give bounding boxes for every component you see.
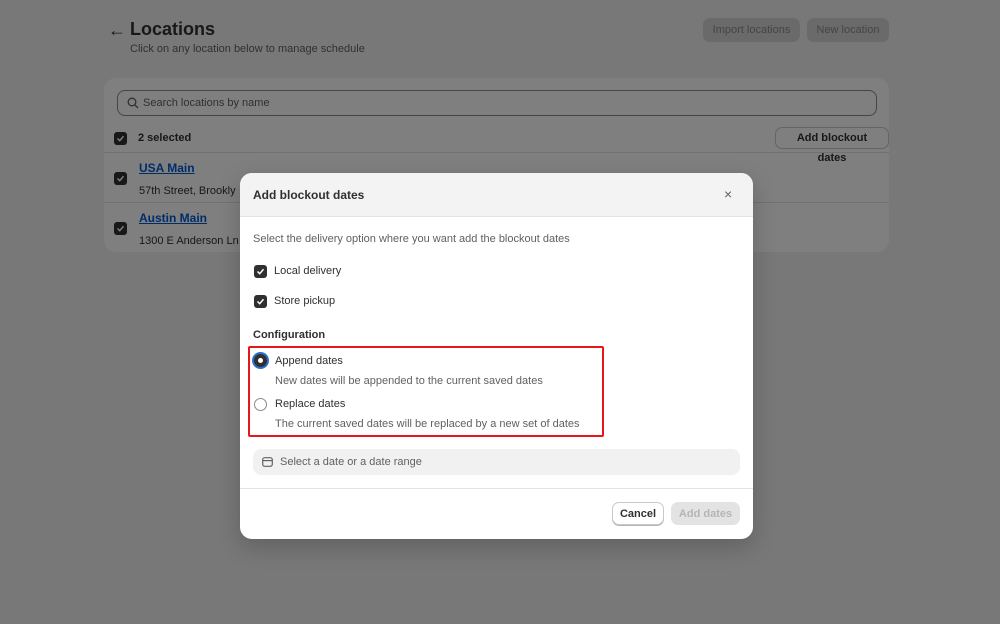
- configuration-heading: Configuration: [253, 329, 326, 341]
- replace-dates-radio[interactable]: [254, 398, 267, 411]
- checkbox-label: Store pickup: [274, 295, 336, 307]
- replace-dates-label[interactable]: Replace dates: [275, 398, 345, 410]
- date-range-picker[interactable]: Select a date or a date range: [253, 449, 740, 475]
- append-dates-radio[interactable]: [254, 354, 267, 367]
- modal-footer: Cancel Add dates: [240, 488, 753, 539]
- modal-header: Add blockout dates ×: [240, 173, 753, 217]
- append-dates-label[interactable]: Append dates: [275, 355, 343, 367]
- cancel-button[interactable]: Cancel: [612, 502, 664, 525]
- calendar-icon: [262, 457, 273, 467]
- checkbox-label: Local delivery: [274, 265, 342, 277]
- replace-dates-help: The current saved dates will be replaced…: [275, 418, 580, 430]
- add-blockout-dates-modal: Add blockout dates × Select the delivery…: [240, 173, 753, 539]
- modal-description: Select the delivery option where you wan…: [253, 233, 570, 245]
- modal-title: Add blockout dates: [253, 188, 365, 202]
- add-dates-button[interactable]: Add dates: [671, 502, 740, 525]
- append-dates-help: New dates will be appended to the curren…: [275, 375, 543, 387]
- checkbox-checked-icon[interactable]: [254, 295, 267, 308]
- date-placeholder: Select a date or a date range: [280, 456, 422, 468]
- checkbox-checked-icon[interactable]: [254, 265, 267, 278]
- close-icon[interactable]: ×: [724, 186, 732, 202]
